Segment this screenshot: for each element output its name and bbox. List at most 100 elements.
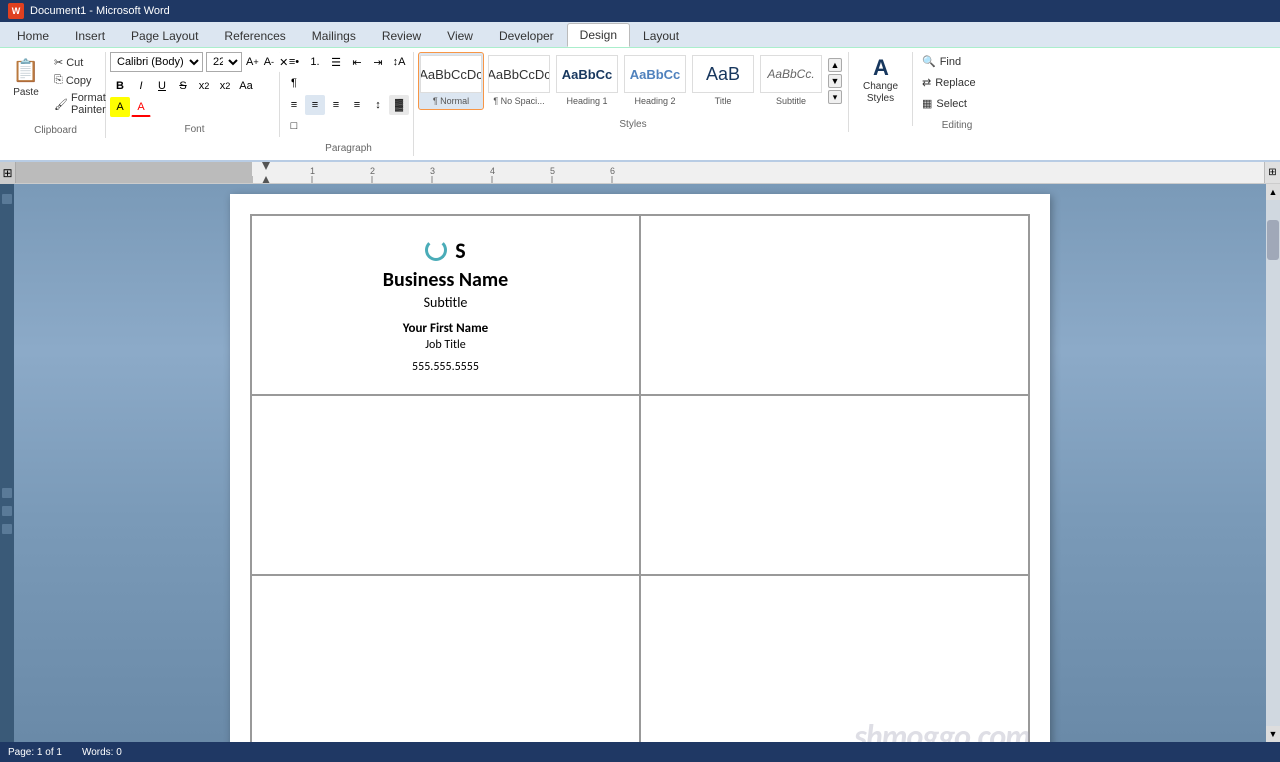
left-panel-icon-4 <box>2 524 12 534</box>
style-normal-preview: AaBbCcDc <box>420 55 482 93</box>
tab-review[interactable]: Review <box>369 24 434 47</box>
style-title[interactable]: AaB Title <box>690 52 756 110</box>
change-styles-button[interactable]: A ChangeStyles <box>853 52 908 108</box>
copy-icon: ⎘ <box>54 74 63 87</box>
ruler-content: 1 2 3 4 5 6 <box>252 162 1264 183</box>
tab-home[interactable]: Home <box>4 24 62 47</box>
left-panel <box>0 184 14 742</box>
card-logo-circle <box>425 239 447 261</box>
ruler-expand-btn[interactable]: ⊞ <box>1264 162 1280 184</box>
ribbon-paragraph-section: ≡• 1. ☰ ⇤ ⇥ ↕A ¶ ≡ ≡ ≡ ≡ ↕ ▓ □ Paragraph <box>284 52 414 156</box>
styles-down-arrow[interactable]: ▼ <box>828 74 842 88</box>
paste-icon: 📋 <box>10 55 42 87</box>
card-middle-right[interactable] <box>640 395 1029 575</box>
left-panel-icon-3 <box>2 506 12 516</box>
tab-view[interactable]: View <box>434 24 486 47</box>
subscript-button[interactable]: x2 <box>194 76 214 96</box>
bullets-btn[interactable]: ≡• <box>284 52 304 72</box>
style-no-spacing[interactable]: AaBbCcDc ¶ No Spaci... <box>486 52 552 110</box>
card-bottom-left[interactable] <box>251 575 640 742</box>
right-scrollbar[interactable]: ▲ ▼ <box>1266 184 1280 742</box>
text-case-btn[interactable]: Aа <box>236 76 256 96</box>
tab-page-layout[interactable]: Page Layout <box>118 24 211 47</box>
editing-group-label: Editing <box>942 120 973 131</box>
decrease-indent-btn[interactable]: ⇤ <box>347 52 367 72</box>
align-right-btn[interactable]: ≡ <box>326 95 346 115</box>
app-logo: W <box>8 3 24 19</box>
font-size-select[interactable]: 22 <box>206 52 242 72</box>
paste-button[interactable]: 📋 Paste <box>6 52 46 101</box>
superscript-button[interactable]: x2 <box>215 76 235 96</box>
copy-button[interactable]: ⎘ Copy <box>50 72 110 89</box>
highlight-btn[interactable]: A <box>110 97 130 117</box>
increase-indent-btn[interactable]: ⇥ <box>368 52 388 72</box>
italic-button[interactable]: I <box>131 76 151 96</box>
watermark: shmoggo.com <box>854 717 1030 742</box>
tab-design[interactable]: Design <box>567 23 630 47</box>
scrollbar-thumb[interactable] <box>1267 220 1279 260</box>
scroll-down-btn[interactable]: ▼ <box>1266 726 1280 742</box>
style-subtitle-preview: AaBbCc. <box>760 55 822 93</box>
style-normal[interactable]: AaBbCcDc ¶ Normal <box>418 52 484 110</box>
paragraph-group-label: Paragraph <box>325 143 372 154</box>
show-formatting-btn[interactable]: ¶ <box>284 73 304 93</box>
decrease-font-btn[interactable]: A- <box>263 52 275 72</box>
align-left-btn[interactable]: ≡ <box>284 95 304 115</box>
svg-text:1: 1 <box>310 166 315 176</box>
justify-btn[interactable]: ≡ <box>347 95 367 115</box>
font-color-btn[interactable]: A <box>131 97 151 117</box>
borders-btn[interactable]: □ <box>284 116 304 136</box>
select-button[interactable]: ▦ Select <box>917 94 997 113</box>
replace-button[interactable]: ⇄ Replace <box>917 73 997 92</box>
sort-btn[interactable]: ↕A <box>389 52 409 72</box>
tab-layout[interactable]: Layout <box>630 24 692 47</box>
style-heading2[interactable]: AaBbCc Heading 2 <box>622 52 688 110</box>
line-spacing-btn[interactable]: ↕ <box>368 95 388 115</box>
align-center-btn[interactable]: ≡ <box>305 95 325 115</box>
cut-button[interactable]: ✂ Cut <box>50 54 110 71</box>
find-icon: 🔍 <box>922 55 936 68</box>
card-bottom-right[interactable]: shmoggo.com <box>640 575 1029 742</box>
tab-mailings[interactable]: Mailings <box>299 24 369 47</box>
style-heading2-label: Heading 2 <box>634 96 675 107</box>
document-area[interactable]: S Business Name Subtitle Your First Name… <box>14 184 1266 742</box>
tab-insert[interactable]: Insert <box>62 24 118 47</box>
ribbon-change-styles-section: A ChangeStyles . <box>853 52 913 126</box>
clipboard-group-label: Clipboard <box>34 125 77 136</box>
scroll-up-btn[interactable]: ▲ <box>1266 184 1280 200</box>
svg-text:3: 3 <box>430 166 435 176</box>
card-subtitle: Subtitle <box>424 294 468 311</box>
card-logo-letter: S <box>455 237 465 264</box>
card-middle-left[interactable] <box>251 395 640 575</box>
styles-group-label: Styles <box>619 119 646 130</box>
styles-more-arrow[interactable]: ▾ <box>828 90 842 104</box>
find-button[interactable]: 🔍 Find <box>917 52 997 71</box>
status-bar: Page: 1 of 1 Words: 0 <box>0 742 1280 762</box>
ruler-marks: 1 2 3 4 5 6 <box>252 162 1264 184</box>
font-family-select[interactable]: Calibri (Body) <box>110 52 203 72</box>
multilevel-btn[interactable]: ☰ <box>326 52 346 72</box>
style-no-spacing-preview: AaBbCcDc <box>488 55 550 93</box>
tab-references[interactable]: References <box>211 24 298 47</box>
format-painter-icon: 🖌 <box>54 98 68 111</box>
format-painter-button[interactable]: 🖌 Format Painter <box>50 90 110 118</box>
card-top-right[interactable] <box>640 215 1029 395</box>
underline-button[interactable]: U <box>152 76 172 96</box>
select-label: Select <box>936 98 967 110</box>
increase-font-btn[interactable]: A+ <box>245 52 260 72</box>
shading-btn[interactable]: ▓ <box>389 95 409 115</box>
strikethrough-button[interactable]: S <box>173 76 193 96</box>
styles-expand-button[interactable]: ▲ ▼ ▾ <box>826 56 844 106</box>
numbering-btn[interactable]: 1. <box>305 52 325 72</box>
ruler-corner[interactable]: ⊞ <box>0 162 16 183</box>
tab-developer[interactable]: Developer <box>486 24 567 47</box>
bold-button[interactable]: B <box>110 76 130 96</box>
style-subtitle[interactable]: AaBbCc. Subtitle <box>758 52 824 110</box>
styles-up-arrow[interactable]: ▲ <box>828 58 842 72</box>
ribbon: 📋 Paste ✂ Cut ⎘ Copy 🖌 Format Painter Cl… <box>0 48 1280 162</box>
card-top-left[interactable]: S Business Name Subtitle Your First Name… <box>251 215 640 395</box>
style-heading2-preview: AaBbCc <box>624 55 686 93</box>
ruler-left-margin <box>16 162 252 183</box>
style-heading1[interactable]: AaBbCc Heading 1 <box>554 52 620 110</box>
svg-text:4: 4 <box>490 166 495 176</box>
